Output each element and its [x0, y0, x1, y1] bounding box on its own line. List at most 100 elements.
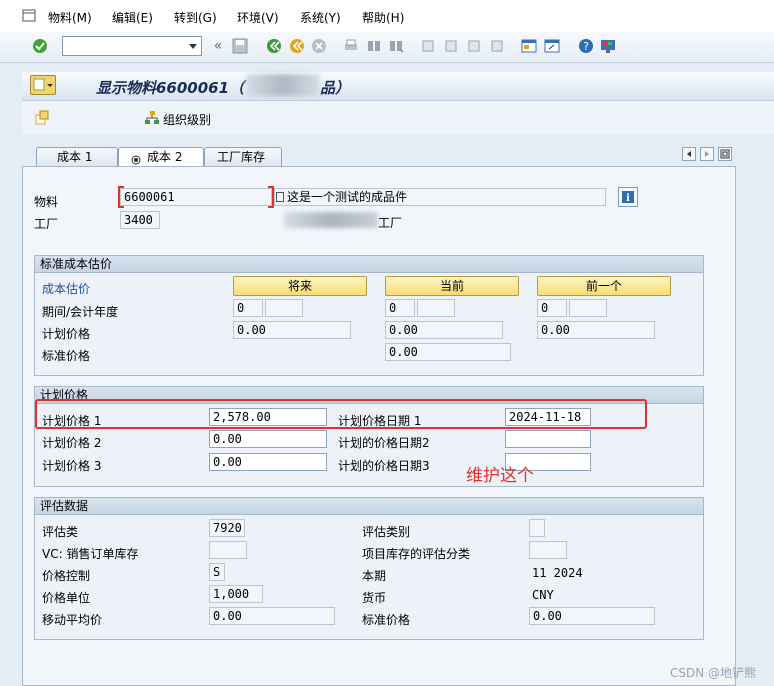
material-label: 物料	[34, 195, 59, 209]
current-period-field[interactable]: 0	[385, 299, 415, 317]
plant-label: 工厂	[34, 217, 59, 231]
current-button[interactable]: 当前	[385, 276, 519, 296]
org-levels-icon[interactable]	[144, 110, 160, 126]
previous-period-field[interactable]: 0	[537, 299, 567, 317]
tab-scroll-right-icon[interactable]	[700, 147, 714, 161]
previous-page-icon[interactable]	[443, 38, 459, 54]
annotation-text: 维护这个	[466, 466, 534, 486]
find-next-icon[interactable]	[388, 38, 404, 54]
future-year-field[interactable]	[265, 299, 303, 317]
menu-icon[interactable]	[22, 9, 36, 22]
command-dropdown-icon[interactable]	[185, 37, 201, 55]
valuation-category-label: 评估类别	[362, 525, 411, 539]
period-fiscal-year-label: 期间/会计年度	[42, 305, 119, 319]
currency-label: 货币	[362, 591, 387, 605]
menu-help[interactable]: 帮助(H)	[362, 9, 404, 26]
application-toolbar	[22, 101, 774, 135]
future-period-field[interactable]: 0	[233, 299, 263, 317]
page-title-tail: 品）	[320, 79, 351, 97]
future-button[interactable]: 将来	[233, 276, 367, 296]
previous-planned-price-field[interactable]: 0.00	[537, 321, 655, 339]
cancel-icon[interactable]	[311, 38, 327, 54]
current-period-label: 本期	[362, 569, 387, 583]
redaction-blur	[284, 212, 378, 228]
menu-material[interactable]: 物料(M)	[48, 9, 92, 26]
collapse-command-icon[interactable]: «	[210, 38, 226, 54]
first-page-icon[interactable]	[420, 38, 436, 54]
material-description-field: 这是一个测试的成品件	[274, 188, 606, 206]
shortcut-icon[interactable]	[544, 38, 560, 54]
next-page-icon[interactable]	[466, 38, 482, 54]
planned-price-date-2-label: 计划的价格日期2	[338, 436, 430, 450]
tab-scroll-left-icon[interactable]	[682, 147, 696, 161]
group-title: 标准成本估价	[35, 256, 703, 273]
planned-price-3-field[interactable]: 0.00	[209, 453, 327, 471]
org-levels-button[interactable]: 组织级别	[163, 111, 211, 128]
page-title: 显示物料6600061（	[96, 79, 245, 97]
annotation-highlight-box	[35, 399, 647, 429]
tab-list-icon[interactable]	[718, 147, 732, 161]
watermark: CSDN @地铲熊	[670, 666, 757, 680]
price-control-label: 价格控制	[42, 569, 91, 583]
future-planned-price-field[interactable]: 0.00	[233, 321, 351, 339]
last-page-icon[interactable]	[489, 38, 505, 54]
current-year-field[interactable]	[417, 299, 455, 317]
price-control-field[interactable]: S	[209, 563, 225, 581]
material-field[interactable]: 6600061	[120, 188, 272, 206]
standard-price-valuation-field[interactable]: 0.00	[529, 607, 655, 625]
vc-sales-order-stock-field[interactable]	[209, 541, 247, 559]
planned-price-2-field[interactable]: 0.00	[209, 430, 327, 448]
standard-price-valuation-label: 标准价格	[362, 613, 411, 627]
previous-button[interactable]: 前一个	[537, 276, 671, 296]
create-session-icon[interactable]	[521, 38, 537, 54]
planned-price-2-label: 计划价格 2	[42, 436, 102, 450]
focus-bracket-left	[118, 186, 124, 208]
transaction-menu-icon[interactable]	[30, 75, 56, 95]
current-planned-price-field[interactable]: 0.00	[385, 321, 503, 339]
back-icon[interactable]	[266, 38, 282, 54]
redaction-blur	[246, 74, 320, 96]
plant-field[interactable]: 3400	[120, 211, 160, 229]
vc-sales-order-stock-label: VC: 销售订单库存	[42, 547, 139, 561]
valuation-class-field[interactable]: 7920	[209, 519, 245, 537]
print-icon[interactable]	[343, 38, 359, 54]
tab-active-icon	[131, 152, 141, 165]
menu-goto[interactable]: 转到(G)	[174, 9, 217, 26]
price-unit-label: 价格单位	[42, 591, 91, 605]
project-stock-valuation-class-field[interactable]	[529, 541, 567, 559]
svg-text:i: i	[626, 193, 630, 204]
planned-price-date-3-label: 计划的价格日期3	[338, 459, 430, 473]
help-icon[interactable]: ?	[578, 38, 594, 54]
group-title: 评估数据	[35, 498, 703, 515]
customize-layout-icon[interactable]	[600, 38, 616, 54]
menu-environment[interactable]: 环境(V)	[237, 9, 279, 26]
moving-average-price-label: 移动平均价	[42, 613, 103, 627]
exit-icon[interactable]	[289, 38, 305, 54]
find-icon[interactable]	[366, 38, 382, 54]
standard-price-field[interactable]: 0.00	[385, 343, 511, 361]
project-stock-valuation-class-label: 项目库存的评估分类	[362, 547, 471, 561]
svg-text:?: ?	[583, 40, 589, 53]
planned-price-3-label: 计划价格 3	[42, 459, 102, 473]
valuation-class-label: 评估类	[42, 525, 79, 539]
menu-edit[interactable]: 编辑(E)	[112, 9, 153, 26]
moving-average-price-field[interactable]: 0.00	[209, 607, 335, 625]
tab-cost-2[interactable]: 成本 2	[118, 147, 204, 166]
previous-year-field[interactable]	[569, 299, 607, 317]
info-icon[interactable]: i	[618, 187, 638, 207]
command-field[interactable]	[62, 36, 202, 56]
save-icon[interactable]	[232, 38, 248, 54]
planned-price-date-2-field[interactable]	[505, 430, 591, 448]
plant-description: 工厂	[378, 216, 403, 230]
text-cursor-icon	[276, 192, 284, 202]
additional-data-icon[interactable]	[34, 110, 50, 126]
enter-check-icon[interactable]	[32, 38, 48, 54]
price-unit-field[interactable]: 1,000	[209, 585, 263, 603]
valuation-category-field[interactable]	[529, 519, 545, 537]
currency-value: CNY	[532, 588, 554, 602]
tab-plant-stock[interactable]: 工厂库存	[204, 147, 282, 166]
tab-cost-1[interactable]: 成本 1	[36, 147, 118, 166]
menu-system[interactable]: 系统(Y)	[300, 9, 341, 26]
standard-price-label: 标准价格	[42, 349, 91, 363]
current-period-value: 11 2024	[532, 566, 583, 580]
